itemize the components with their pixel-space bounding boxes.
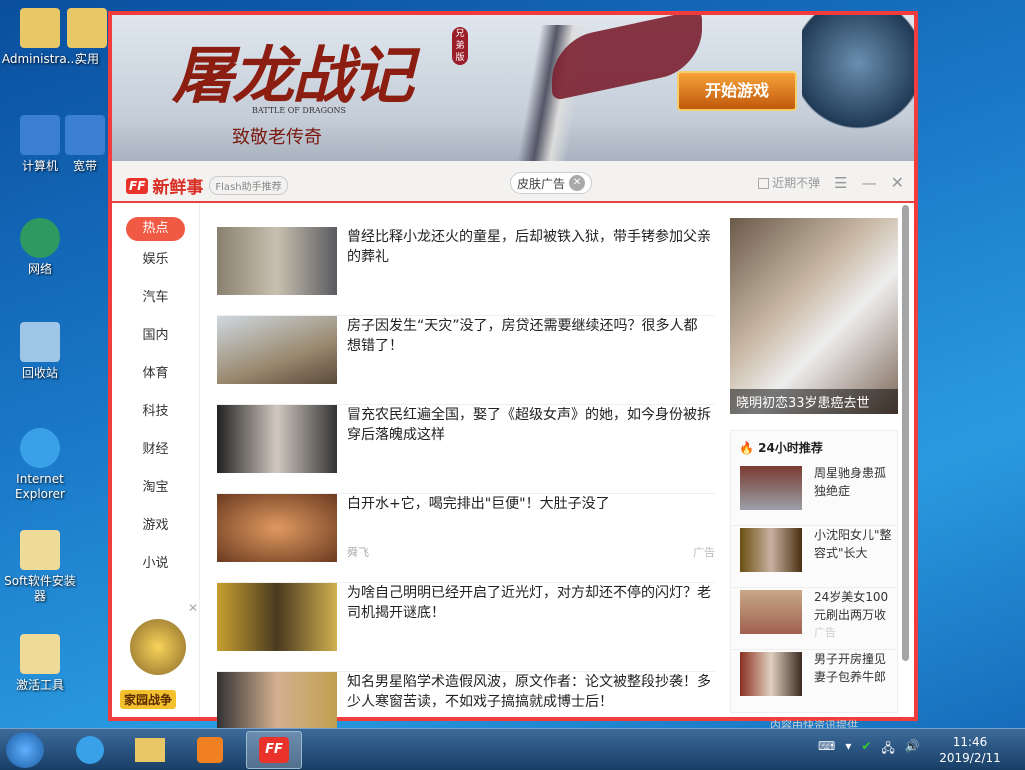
- news-thumbnail: [217, 227, 337, 295]
- nav-item-novels[interactable]: 小说: [112, 545, 199, 583]
- recommend-item[interactable]: 小沈阳女儿"整容式"长大: [731, 526, 897, 588]
- banner-subtitle: 致敬老传奇: [232, 123, 322, 149]
- dragon-image: [802, 15, 914, 135]
- right-column: 晓明初恋33岁患癌去世 🔥 24小时推荐 周星驰身患孤独绝症 小沈阳女儿"整容式…: [730, 218, 898, 733]
- menu-icon[interactable]: ☰: [834, 174, 847, 192]
- keyboard-icon[interactable]: ⌨: [818, 739, 835, 760]
- banner-badge: 兄弟版: [452, 27, 468, 65]
- fire-icon: 🔥: [739, 441, 754, 455]
- news-item[interactable]: 房子因发生“天灾”没了，房贷还需要继续还吗？很多人都想错了！: [217, 316, 715, 405]
- desktop-icon-network[interactable]: 网络: [0, 218, 80, 277]
- desktop-icon-utility[interactable]: 实用: [62, 8, 112, 67]
- news-item[interactable]: 冒充农民红遍全国，娶了《超级女声》的她，如今身份被拆穿后落魄成这样: [217, 405, 715, 494]
- ad-label: 广告: [693, 544, 715, 560]
- recommend-item[interactable]: 周星驰身患孤独绝症: [731, 464, 897, 526]
- nav-item-taobao[interactable]: 淘宝: [112, 469, 199, 507]
- desktop-icon-recycle-bin[interactable]: 回收站: [0, 322, 80, 381]
- network-icon[interactable]: 🖧: [881, 739, 894, 760]
- nav-item-hot[interactable]: 热点: [126, 217, 185, 241]
- news-popup-window: 屠龙战记 兄弟版 BATTLE OF DRAGONS 致敬老传奇 开始游戏 FF…: [108, 11, 918, 721]
- show-hidden-icon[interactable]: ▾: [845, 739, 851, 760]
- recommend-item[interactable]: 男子开房撞见妻子包养牛郎: [731, 650, 897, 712]
- banner-english: BATTLE OF DRAGONS: [252, 106, 346, 115]
- nav-item-domestic[interactable]: 国内: [112, 317, 199, 355]
- close-skin-icon[interactable]: ✕: [569, 175, 585, 191]
- nav-item-auto[interactable]: 汽车: [112, 279, 199, 317]
- toolbar: FF 新鲜事 Flash助手推荐 皮肤广告✕ 近期不弹 ☰ — ✕: [112, 161, 914, 203]
- scrollbar[interactable]: [902, 205, 909, 661]
- start-game-button[interactable]: 开始游戏: [677, 71, 797, 111]
- system-tray: ⌨ ▾ ✔ 🖧 🔊: [818, 739, 920, 760]
- no-popup-checkbox[interactable]: 近期不弹: [758, 174, 820, 191]
- desktop-icon-broadband[interactable]: 宽带: [62, 115, 108, 174]
- hero-news[interactable]: 晓明初恋33岁患癌去世: [730, 218, 898, 414]
- taskbar-news-app[interactable]: FF: [246, 731, 302, 769]
- taskbar-media-icon[interactable]: [182, 731, 238, 769]
- news-item[interactable]: 为啥自己明明已经开启了近光灯，对方却还不停的闪灯？老司机揭开谜底！: [217, 583, 715, 672]
- desktop-icon-ie[interactable]: Internet Explorer: [0, 428, 80, 502]
- nav-item-tech[interactable]: 科技: [112, 393, 199, 431]
- nav-item-entertainment[interactable]: 娱乐: [112, 241, 199, 279]
- news-item[interactable]: 白开水+它，喝完排出"巨便"！大肚子没了舜飞广告: [217, 494, 715, 583]
- flash-recommend-tag: Flash助手推荐: [209, 176, 287, 195]
- minimize-icon[interactable]: —: [862, 174, 877, 192]
- news-thumbnail: [217, 494, 337, 562]
- ff-logo-icon: FF: [126, 178, 148, 194]
- close-icon[interactable]: ✕: [891, 173, 904, 192]
- desktop-icon-soft-installer[interactable]: Soft软件安装器: [0, 530, 80, 604]
- nav-item-sports[interactable]: 体育: [112, 355, 199, 393]
- taskbar-ie-icon[interactable]: [62, 731, 118, 769]
- skin-ad-button[interactable]: 皮肤广告✕: [510, 172, 592, 194]
- news-list: 曾经比释小龙还火的童星，后却被铁入狱，带手铐参加父亲的葬礼 房子因发生“天灾”没…: [217, 227, 715, 761]
- recommend-item[interactable]: 24岁美女100元刷出两万收广告: [731, 588, 897, 650]
- desktop-icon-activation-tool[interactable]: 激活工具: [0, 634, 80, 693]
- recommend-panel: 🔥 24小时推荐 周星驰身患孤独绝症 小沈阳女儿"整容式"长大 24岁美女100…: [730, 430, 898, 713]
- volume-icon[interactable]: 🔊: [905, 739, 920, 760]
- start-button[interactable]: [6, 732, 44, 768]
- news-thumbnail: [217, 316, 337, 384]
- news-thumbnail: [217, 405, 337, 473]
- clock[interactable]: 11:462019/2/11: [935, 734, 1005, 766]
- news-thumbnail: [217, 583, 337, 651]
- taskbar-explorer-icon[interactable]: [122, 731, 178, 769]
- security-icon[interactable]: ✔: [861, 739, 871, 760]
- game-ad-banner[interactable]: 屠龙战记 兄弟版 BATTLE OF DRAGONS 致敬老传奇 开始游戏: [112, 15, 914, 161]
- taskbar: FF ⌨ ▾ ✔ 🖧 🔊 11:462019/2/11: [0, 728, 1025, 770]
- game-side-ad[interactable]: ✕ 家园战争: [118, 615, 198, 715]
- nav-item-games[interactable]: 游戏: [112, 507, 199, 545]
- logo: FF 新鲜事 Flash助手推荐: [126, 173, 288, 198]
- banner-title: 屠龙战记: [172, 25, 412, 115]
- nav-item-finance[interactable]: 财经: [112, 431, 199, 469]
- news-item[interactable]: 曾经比释小龙还火的童星，后却被铁入狱，带手铐参加父亲的葬礼: [217, 227, 715, 316]
- close-game-ad-icon[interactable]: ✕: [188, 601, 198, 615]
